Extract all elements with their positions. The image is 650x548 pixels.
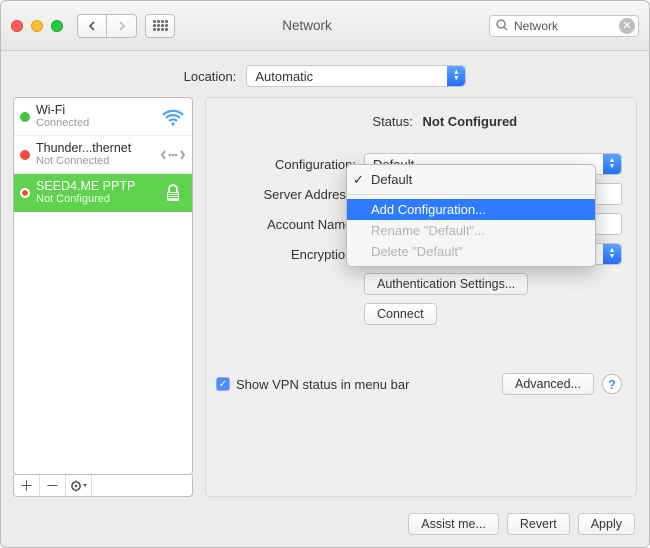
encryption-label: Encryption: [216, 247, 356, 262]
apply-button[interactable]: Apply [578, 513, 635, 535]
service-sidebar: Wi-Fi Connected [13, 97, 193, 497]
menu-item-add-configuration[interactable]: Add Configuration... [347, 199, 595, 220]
window-controls [11, 20, 63, 32]
assist-me-button[interactable]: Assist me... [408, 513, 499, 535]
status-dot-icon [20, 188, 30, 198]
search-field[interactable]: ✕ [489, 15, 639, 37]
status-dot-icon [20, 150, 30, 160]
service-item-thunderbolt[interactable]: Thunder...thernet Not Connected [14, 136, 192, 174]
menu-item-delete: Delete "Default" [347, 241, 595, 262]
menu-item-rename: Rename "Default"... [347, 220, 595, 241]
help-button[interactable]: ? [602, 374, 622, 394]
popup-arrows-icon: ▲▼ [447, 66, 465, 86]
service-item-vpn[interactable]: SEED4.ME PPTP Not Configured [14, 174, 192, 212]
location-row: Location: Automatic ▲▼ [1, 51, 649, 97]
clear-search-button[interactable]: ✕ [619, 18, 635, 34]
menu-separator [347, 194, 595, 195]
location-value: Automatic [255, 69, 313, 84]
search-input[interactable] [489, 15, 639, 37]
close-button[interactable] [11, 20, 23, 32]
status-row: Status: Not Configured [216, 114, 622, 129]
location-popup[interactable]: Automatic ▲▼ [246, 65, 466, 87]
configuration-menu: ✓ Default Add Configuration... Rename "D… [346, 164, 596, 267]
zoom-button[interactable] [51, 20, 63, 32]
show-status-row: ✓ Show VPN status in menu bar Advanced..… [216, 373, 622, 395]
show-status-checkbox[interactable]: ✓ [216, 377, 230, 391]
service-name: Wi-Fi [36, 104, 154, 117]
show-status-label: Show VPN status in menu bar [236, 377, 409, 392]
service-actions-button[interactable] [66, 475, 92, 496]
popup-arrows-icon: ▲▼ [603, 154, 621, 174]
advanced-button[interactable]: Advanced... [502, 373, 594, 395]
service-name: Thunder...thernet [36, 142, 154, 155]
status-value: Not Configured [423, 114, 518, 129]
remove-service-button[interactable]: － [40, 475, 66, 496]
service-list: Wi-Fi Connected [13, 97, 193, 475]
vpn-lock-icon [160, 183, 186, 203]
service-item-wifi[interactable]: Wi-Fi Connected [14, 98, 192, 136]
server-address-label: Server Address: [216, 187, 356, 202]
back-button[interactable] [77, 14, 107, 38]
account-name-label: Account Name: [216, 217, 356, 232]
search-icon [495, 18, 509, 32]
menu-item-default[interactable]: ✓ Default [347, 169, 595, 190]
minimize-button[interactable] [31, 20, 43, 32]
window-title: Network [155, 18, 459, 33]
auth-settings-button[interactable]: Authentication Settings... [364, 273, 528, 295]
network-prefs-window: Network ✕ Location: Automatic ▲▼ Wi-Fi [0, 0, 650, 548]
status-dot-icon [20, 112, 30, 122]
status-label: Status: [321, 114, 413, 129]
back-forward-group [77, 14, 137, 38]
configuration-label: Configuration: [216, 157, 356, 172]
service-name: SEED4.ME PPTP [36, 180, 154, 193]
check-icon: ✓ [353, 172, 364, 188]
wifi-icon [160, 107, 186, 127]
service-status: Connected [36, 117, 154, 130]
content-area: Wi-Fi Connected [1, 97, 649, 505]
popup-arrows-icon: ▲▼ [603, 244, 621, 264]
service-list-footer: ＋ － [13, 475, 193, 497]
ethernet-icon [160, 145, 186, 165]
service-status: Not Connected [36, 155, 154, 168]
add-service-button[interactable]: ＋ [14, 475, 40, 496]
forward-button[interactable] [107, 14, 137, 38]
action-bar: Assist me... Revert Apply [1, 505, 649, 547]
service-status: Not Configured [36, 193, 154, 206]
revert-button[interactable]: Revert [507, 513, 570, 535]
location-label: Location: [184, 69, 237, 84]
toolbar: Network ✕ [1, 1, 649, 51]
service-detail-panel: Status: Not Configured Configuration: De… [205, 97, 637, 497]
connect-button[interactable]: Connect [364, 303, 437, 325]
